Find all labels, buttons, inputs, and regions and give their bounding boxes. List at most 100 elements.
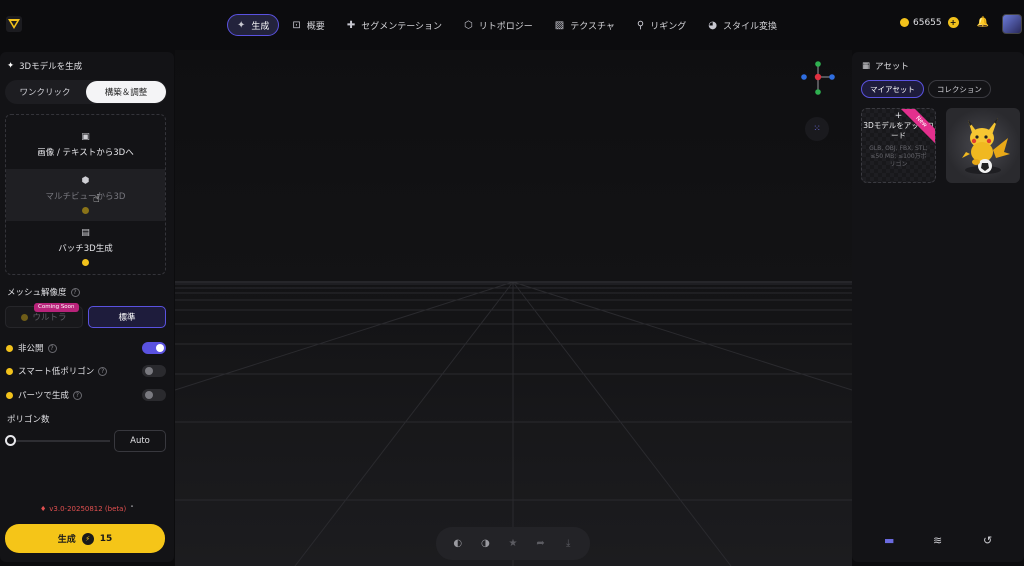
nav-tab-segmentation[interactable]: ✚ セグメンテーション bbox=[338, 14, 451, 36]
nav-label: テクスチャ bbox=[570, 21, 615, 32]
sparkle-icon: ✦ bbox=[237, 19, 246, 31]
smart-low-poly-toggle[interactable] bbox=[142, 365, 166, 377]
polygon-count-input[interactable]: Auto bbox=[114, 430, 166, 452]
generate-parts-row: パーツで生成 ? bbox=[6, 388, 166, 402]
private-toggle[interactable] bbox=[142, 342, 166, 354]
help-icon[interactable]: ? bbox=[72, 390, 82, 400]
avatar[interactable] bbox=[1002, 14, 1022, 34]
generate-button[interactable]: 生成 ⚡ 15 bbox=[5, 524, 165, 553]
puzzle-icon: ✚ bbox=[346, 19, 356, 31]
resolution-standard-button[interactable]: 標準 bbox=[88, 306, 166, 328]
nav-label: スタイル変換 bbox=[722, 21, 777, 32]
neg-y-axis-handle[interactable] bbox=[815, 89, 821, 95]
workflow-toggle: ワンクリック 構築＆調整 bbox=[5, 80, 167, 104]
nav-label: 生成 bbox=[251, 21, 270, 32]
main-nav: ✦ 生成 ⊡ 概要 ✚ セグメンテーション ⬡ リトポロジー ▨ テクスチャ ⚲… bbox=[227, 14, 790, 36]
nav-label: リギング bbox=[650, 21, 687, 32]
grid-icon: ⁙ bbox=[813, 124, 821, 134]
character-model-image bbox=[962, 118, 1010, 174]
download-icon[interactable]: ⤓ bbox=[560, 538, 576, 549]
nav-tab-overview[interactable]: ⊡ 概要 bbox=[283, 14, 333, 36]
grid-view-button[interactable]: ⁙ bbox=[805, 117, 829, 141]
assets-title: ▦ アセット bbox=[862, 60, 909, 72]
credits-count: 65655 bbox=[913, 17, 942, 28]
asset-thumbnail[interactable] bbox=[946, 108, 1020, 183]
star-icon[interactable]: ★ bbox=[505, 538, 521, 549]
mode-label: バッチ3D生成 bbox=[58, 244, 113, 254]
generate-cost: 15 bbox=[99, 533, 113, 544]
add-credits-icon[interactable]: + bbox=[947, 17, 959, 28]
tab-build-adjust[interactable]: 構築＆調整 bbox=[86, 81, 166, 103]
top-bar: ✦ 生成 ⊡ 概要 ✚ セグメンテーション ⬡ リトポロジー ▨ テクスチャ ⚲… bbox=[0, 0, 1024, 50]
nav-label: リトポロジー bbox=[478, 21, 533, 32]
x-axis-handle[interactable] bbox=[829, 74, 835, 80]
share-icon[interactable]: ➦ bbox=[533, 538, 549, 549]
mode-image-text-to-3d[interactable]: ▣ 画像 / テキストから3Dへ bbox=[6, 119, 165, 171]
version-toggle[interactable]: ♦ v3.0-20250812 (beta) ˄ bbox=[40, 505, 134, 513]
help-icon[interactable]: ? bbox=[47, 343, 57, 353]
nav-tab-style-transfer[interactable]: ◕ スタイル変換 bbox=[699, 14, 786, 36]
tab-one-click[interactable]: ワンクリック bbox=[5, 80, 85, 104]
upload-formats: GLB, OBJ, FBX, STL; ≤50 MB; ≤100万ポリゴン bbox=[869, 145, 928, 168]
toggle-label: パーツで生成 bbox=[18, 391, 69, 401]
polygon-slider-handle[interactable] bbox=[5, 435, 16, 446]
axis-gizmo[interactable] bbox=[798, 60, 838, 100]
app-logo[interactable] bbox=[6, 16, 22, 32]
help-icon[interactable]: ? bbox=[70, 287, 80, 297]
archive-icon: ▦ bbox=[862, 61, 871, 71]
generate-panel: ✦ 3Dモデルを生成 ワンクリック 構築＆調整 ▣ 画像 / テキストから3Dへ… bbox=[0, 52, 174, 562]
coin-icon bbox=[82, 259, 89, 266]
bell-icon[interactable]: 🔔 bbox=[976, 17, 990, 31]
nav-tab-retopology[interactable]: ⬡ リトポロジー bbox=[455, 14, 542, 36]
version-text: v3.0-20250812 (beta) bbox=[49, 505, 127, 513]
generate-parts-toggle[interactable] bbox=[142, 389, 166, 401]
chip-my-assets[interactable]: マイアセット bbox=[861, 80, 924, 98]
lighting-icon[interactable]: ◑ bbox=[477, 538, 493, 549]
nav-label: 概要 bbox=[306, 21, 325, 32]
z-axis-handle[interactable] bbox=[814, 73, 822, 81]
help-icon[interactable]: ? bbox=[98, 366, 108, 376]
nav-tab-rigging[interactable]: ⚲ リギング bbox=[628, 14, 695, 36]
layers-icon[interactable]: ≋ bbox=[933, 534, 942, 547]
smart-low-poly-row: スマート低ポリゴン ? bbox=[6, 364, 166, 378]
coin-icon bbox=[6, 344, 13, 352]
3d-viewport[interactable] bbox=[175, 50, 852, 566]
panel-title: ✦ 3Dモデルを生成 bbox=[7, 60, 82, 72]
nav-tab-generate[interactable]: ✦ 生成 bbox=[227, 14, 280, 36]
y-axis-handle[interactable] bbox=[815, 61, 821, 67]
upload-model-card[interactable]: New + 3Dモデルをアップロード GLB, OBJ, FBX, STL; ≤… bbox=[861, 108, 936, 183]
assets-title-text: アセット bbox=[875, 62, 909, 72]
sparkle-icon: ✦ bbox=[7, 61, 15, 71]
neg-x-axis-handle[interactable] bbox=[801, 74, 807, 80]
toggle-knob bbox=[145, 391, 153, 399]
nav-tab-texture[interactable]: ▨ テクスチャ bbox=[546, 14, 624, 36]
mode-label: マルチビューから3D bbox=[45, 192, 126, 202]
ultra-label: ウルトラ bbox=[32, 313, 67, 323]
ground-grid bbox=[175, 281, 852, 566]
history-icon[interactable]: ↺ bbox=[983, 534, 992, 547]
reset-view-icon[interactable]: ◐ bbox=[450, 538, 466, 549]
flame-icon: ♦ bbox=[40, 505, 47, 513]
focus-icon: ⊡ bbox=[292, 19, 301, 31]
generate-label: 生成 bbox=[57, 535, 76, 545]
inbox-icon[interactable]: ▬ bbox=[884, 534, 894, 547]
assets-panel: ▦ アセット マイアセット コレクション New + 3Dモデルをアップロード … bbox=[852, 52, 1024, 562]
private-row: 非公開 ? bbox=[6, 341, 166, 355]
mode-batch-3d[interactable]: ▤ バッチ3D生成 bbox=[6, 221, 165, 273]
polygon-slider-track[interactable] bbox=[6, 440, 110, 442]
figure-icon: ⚲ bbox=[636, 19, 645, 31]
toggle-label: スマート低ポリゴン bbox=[18, 367, 95, 377]
coin-icon bbox=[900, 18, 909, 27]
polyhedron-icon: ⬡ bbox=[464, 19, 473, 31]
images-icon: ▤ bbox=[81, 228, 90, 238]
credits-display[interactable]: 65655 + bbox=[900, 17, 959, 28]
coin-icon bbox=[21, 313, 29, 321]
mode-multiview-to-3d[interactable]: ⬢ マルチビューから3D bbox=[6, 169, 165, 221]
toggle-knob bbox=[145, 367, 153, 375]
nav-label: セグメンテーション bbox=[361, 21, 443, 32]
assets-footer: ▬ ≋ ↺ bbox=[852, 534, 1024, 554]
logo-icon bbox=[8, 19, 20, 29]
viewport-toolbar: ◐ ◑ ★ ➦ ⤓ bbox=[436, 527, 590, 560]
polygon-count-label: ポリゴン数 bbox=[7, 415, 50, 425]
chip-collection[interactable]: コレクション bbox=[927, 80, 991, 98]
